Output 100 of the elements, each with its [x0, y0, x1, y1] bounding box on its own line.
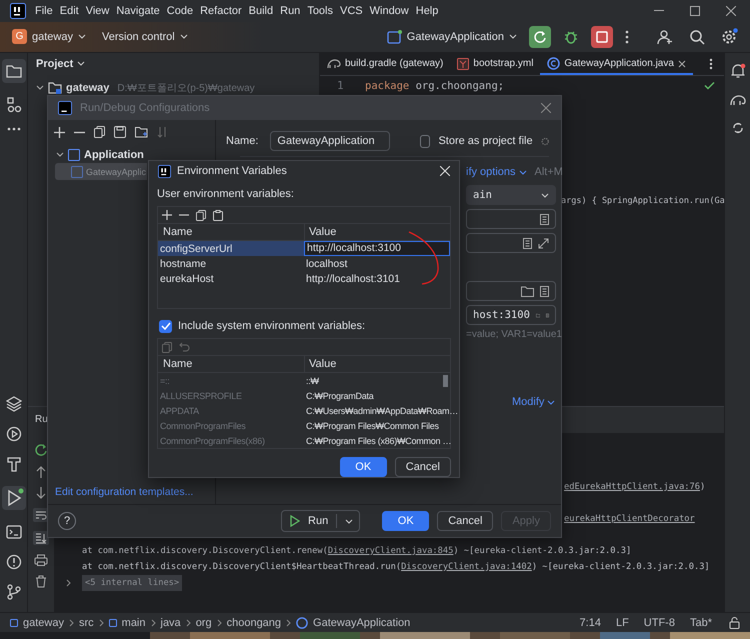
problems-icon[interactable] [6, 554, 22, 570]
copy-icon[interactable] [94, 126, 105, 138]
menu-item[interactable]: Run [277, 2, 304, 19]
chevron-icon[interactable] [56, 150, 64, 158]
sort-icon[interactable] [157, 126, 168, 138]
structure-icon[interactable] [6, 96, 22, 113]
column-header[interactable]: Name [158, 358, 304, 370]
paste-icon[interactable] [213, 210, 223, 220]
debug-icon[interactable] [563, 28, 579, 45]
status-item[interactable]: Tab* [690, 616, 712, 629]
breadcrumb[interactable]: GatewayApplication [313, 616, 410, 629]
expand-icon[interactable] [538, 238, 549, 248]
more-icon[interactable] [625, 30, 629, 44]
chevron-icon[interactable] [66, 578, 72, 587]
bell-icon[interactable] [730, 62, 746, 79]
ok-button[interactable]: OK [382, 511, 430, 531]
add-user-icon[interactable] [657, 28, 673, 45]
close-icon[interactable] [726, 6, 736, 16]
search-icon[interactable] [689, 28, 705, 45]
document-icon[interactable] [540, 214, 549, 224]
status-item[interactable]: 7:14 [580, 616, 601, 629]
arrow-down-icon[interactable] [36, 486, 46, 499]
more-icon[interactable] [708, 58, 713, 70]
templates-link[interactable]: Edit configuration templates... [48, 486, 215, 498]
menu-item[interactable]: Refactor [197, 2, 245, 19]
minimize-icon[interactable] [654, 10, 664, 12]
folder-icon[interactable] [521, 286, 534, 296]
vcs-selector[interactable]: Version control [98, 28, 192, 46]
menu-item[interactable]: Window [366, 2, 412, 19]
folder-icon[interactable] [2, 58, 26, 83]
folder-icon[interactable] [135, 126, 148, 138]
chevron-icon[interactable] [36, 84, 44, 92]
more-icon[interactable] [6, 126, 20, 131]
arrow-up-icon[interactable] [36, 466, 46, 478]
maximize-icon[interactable] [690, 6, 700, 16]
close-icon[interactable] [678, 60, 686, 68]
breadcrumb[interactable]: main [122, 616, 146, 629]
trash-icon[interactable] [35, 574, 47, 588]
rerun-icon[interactable] [34, 442, 48, 457]
document-icon[interactable] [540, 286, 549, 296]
column-header[interactable]: Name [158, 226, 304, 238]
modify-options-link[interactable]: ify options [466, 166, 527, 178]
menu-item[interactable]: Edit [56, 2, 82, 19]
git-branch-icon[interactable] [6, 584, 22, 600]
breadcrumb[interactable]: org [196, 616, 212, 629]
column-header[interactable]: Value [304, 224, 450, 240]
menu-item[interactable]: Code [164, 2, 196, 19]
help-button[interactable]: ? [58, 512, 76, 530]
terminal-icon[interactable] [6, 524, 22, 540]
gear-icon[interactable] [540, 136, 550, 146]
settings-icon[interactable] [721, 28, 738, 46]
breadcrumb[interactable]: src [78, 616, 94, 629]
menu-item[interactable]: VCS [337, 2, 366, 19]
vm-options-field[interactable] [466, 209, 556, 229]
tree-item[interactable]: Application [84, 148, 144, 160]
menu-item[interactable]: Build [246, 2, 276, 19]
menu-item[interactable]: Tools [304, 2, 336, 19]
add-icon[interactable] [54, 126, 65, 138]
caret-icon[interactable] [345, 518, 354, 524]
breadcrumb[interactable]: gateway [23, 616, 64, 629]
tree-item[interactable]: gateway [66, 82, 110, 94]
value-input[interactable]: http://localhost:3100 [304, 241, 450, 256]
undo-icon[interactable] [179, 342, 190, 352]
scroll-to-end-icon[interactable] [33, 530, 49, 545]
rerun-button[interactable] [529, 26, 551, 48]
save-icon[interactable] [114, 126, 126, 138]
project-panel-title[interactable]: Project [36, 52, 86, 75]
column-header[interactable]: Value [304, 356, 450, 372]
ok-button[interactable]: OK [340, 457, 387, 477]
editor-tab[interactable]: bootstrap.yml [450, 52, 540, 75]
status-item[interactable]: UTF-8 [644, 616, 675, 629]
scrollbar[interactable] [443, 375, 448, 387]
add-icon[interactable] [162, 210, 172, 220]
lock-icon[interactable] [729, 616, 740, 629]
project-selector[interactable]: G gateway [8, 26, 90, 48]
document-icon[interactable] [523, 238, 532, 248]
include-checkbox[interactable] [159, 320, 172, 332]
run-button[interactable]: Run [281, 510, 360, 532]
editor-tab[interactable]: GatewayApplication.java [540, 52, 693, 75]
run-config-selector[interactable]: GatewayApplication [382, 26, 521, 47]
copy-icon[interactable] [196, 210, 206, 220]
tool-window-tab[interactable]: Ru [35, 414, 48, 426]
environment-field[interactable]: host:3100 [466, 305, 556, 325]
run-icon[interactable] [2, 486, 26, 510]
menu-item[interactable]: File [32, 2, 56, 19]
arguments-field[interactable] [466, 233, 556, 253]
layers-icon[interactable] [6, 396, 22, 412]
cancel-button[interactable]: Cancel [394, 457, 451, 477]
breadcrumb[interactable]: choongang [226, 616, 282, 629]
store-checkbox[interactable] [420, 134, 430, 148]
modify-link[interactable]: Modify [512, 396, 556, 408]
status-item[interactable]: LF [616, 616, 629, 629]
play-circle-icon[interactable] [6, 426, 22, 442]
name-field[interactable]: GatewayApplication [270, 131, 390, 151]
swirl-icon[interactable] [730, 120, 744, 135]
main-class-dropdown[interactable]: ain [466, 185, 556, 205]
breadcrumb[interactable]: java [160, 616, 181, 629]
menu-item[interactable]: Navigate [113, 2, 163, 19]
stop-button[interactable] [591, 26, 613, 48]
menu-item[interactable]: View [82, 2, 112, 19]
